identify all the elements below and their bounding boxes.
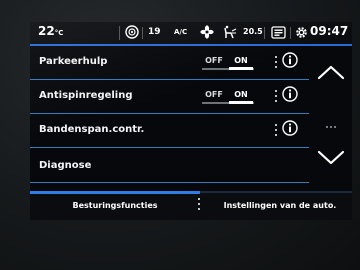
tab-driving-functions[interactable]: Besturingsfuncties [40, 198, 190, 216]
temperature-left[interactable]: 22°C [38, 24, 63, 38]
navigation-target-icon[interactable] [125, 25, 139, 39]
on-off-toggle[interactable]: OFF ON [202, 89, 254, 104]
toggle-off-option[interactable]: OFF [202, 56, 226, 65]
fan-icon[interactable] [200, 25, 214, 39]
status-divider-line [119, 26, 120, 40]
infotainment-screen: 22°C 19 A/C 20.5 09:47 Parkeerhulp OFF O… [30, 22, 352, 220]
tab-vehicle-settings[interactable]: Instellingen van de auto. [210, 198, 350, 216]
screen-mode-icon[interactable] [271, 26, 286, 39]
bottom-tab-bar: Besturingsfuncties Instellingen van de a… [30, 191, 352, 220]
ellipsis-icon [325, 114, 337, 128]
settings-gear-icon[interactable] [295, 26, 308, 39]
setting-row-diagnosis[interactable]: Diagnose [30, 148, 308, 181]
active-tab-indicator [30, 191, 200, 194]
more-options-icon[interactable] [274, 89, 278, 103]
status-divider-line [142, 27, 143, 39]
setting-label: Bandenspan.contr. [39, 124, 145, 135]
info-icon[interactable] [282, 52, 298, 68]
more-options-icon[interactable] [274, 55, 278, 69]
more-options-icon[interactable] [197, 197, 201, 211]
toggle-on-option[interactable]: ON [229, 90, 253, 99]
status-divider-line [290, 27, 291, 39]
status-bar: 22°C 19 A/C 20.5 09:47 [30, 22, 352, 44]
toggle-active-indicator [229, 67, 253, 70]
toggle-active-indicator [229, 101, 253, 104]
temperature-value: 22 [38, 24, 55, 38]
setting-label: Parkeerhulp [39, 56, 108, 67]
setting-label: Antispinregeling [39, 90, 133, 101]
seat-airflow-icon[interactable] [223, 25, 237, 40]
right-temperature[interactable]: 20.5 [243, 27, 263, 36]
info-icon[interactable] [282, 120, 298, 136]
more-options-icon[interactable] [274, 123, 278, 137]
status-divider-line [264, 27, 265, 39]
setting-row-parking-aid[interactable]: Parkeerhulp OFF ON [30, 46, 308, 79]
on-off-toggle[interactable]: OFF ON [202, 55, 254, 70]
setting-label: Diagnose [39, 160, 92, 171]
tab-label: Besturingsfuncties [72, 201, 158, 210]
tab-label: Instellingen van de auto. [223, 201, 337, 210]
row-divider [30, 182, 309, 183]
ac-label[interactable]: A/C [174, 28, 187, 36]
setting-row-tyre-pressure[interactable]: Bandenspan.contr. [30, 114, 308, 147]
toggle-on-option[interactable]: ON [229, 56, 253, 65]
chevron-up-icon[interactable] [317, 64, 345, 80]
toggle-off-option[interactable]: OFF [202, 90, 226, 99]
setting-row-traction-control[interactable]: Antispinregeling OFF ON [30, 80, 308, 113]
clock-time: 09:47 [310, 24, 349, 38]
scroll-controls [309, 46, 352, 198]
chevron-down-icon[interactable] [317, 150, 345, 166]
info-icon[interactable] [282, 86, 298, 102]
temperature-unit: °C [54, 29, 64, 37]
fan-level[interactable]: 19 [148, 27, 161, 37]
